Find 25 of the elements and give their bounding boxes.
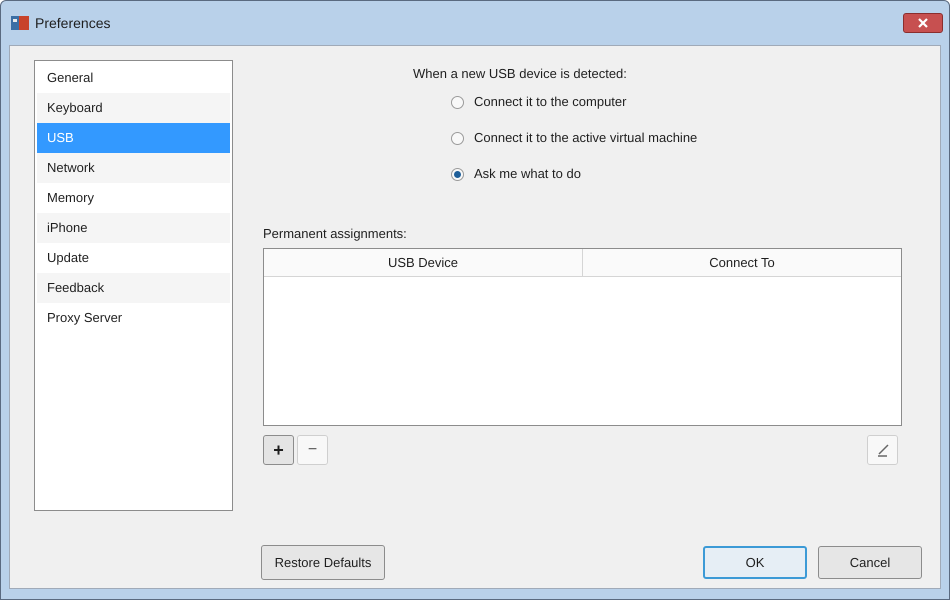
usb-prompt: When a new USB device is detected: bbox=[413, 65, 628, 83]
radio-button[interactable] bbox=[451, 96, 464, 108]
category-item[interactable]: Feedback bbox=[37, 273, 230, 303]
assignments-label: Permanent assignments: bbox=[263, 225, 408, 243]
category-item[interactable]: Keyboard bbox=[37, 93, 230, 123]
radio-button[interactable] bbox=[451, 132, 464, 144]
radio-option[interactable]: Ask me what to do bbox=[451, 156, 916, 192]
close-icon bbox=[918, 18, 928, 28]
app-icon bbox=[11, 15, 29, 31]
edit-button[interactable] bbox=[867, 435, 898, 465]
category-item[interactable]: Network bbox=[37, 153, 230, 183]
radio-button[interactable] bbox=[451, 168, 464, 180]
radio-option[interactable]: Connect it to the active virtual machine bbox=[451, 120, 916, 156]
restore-defaults-button[interactable]: Restore Defaults bbox=[261, 545, 385, 580]
close-button[interactable] bbox=[903, 13, 943, 33]
category-item[interactable]: iPhone bbox=[37, 213, 230, 243]
ok-button[interactable]: OK bbox=[703, 546, 807, 579]
window-title: Preferences bbox=[35, 14, 110, 32]
radio-option[interactable]: Connect it to the computer bbox=[451, 84, 916, 120]
cancel-button[interactable]: Cancel bbox=[818, 546, 922, 579]
add-button[interactable]: + bbox=[263, 435, 294, 465]
column-header[interactable]: USB Device bbox=[264, 249, 583, 276]
remove-button[interactable]: − bbox=[297, 435, 328, 465]
column-header[interactable]: Connect To bbox=[583, 249, 901, 276]
pencil-icon bbox=[876, 443, 890, 457]
